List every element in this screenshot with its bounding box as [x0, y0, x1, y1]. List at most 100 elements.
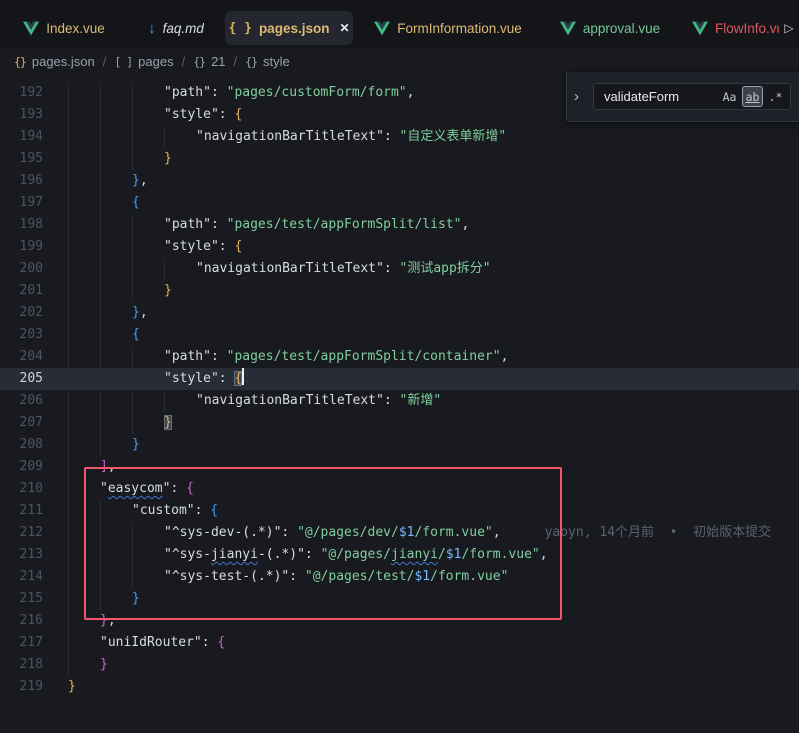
regex-button[interactable]: .* [765, 86, 786, 107]
line-number[interactable]: 197 [0, 192, 43, 214]
code-line[interactable]: 219} [0, 676, 799, 698]
code-line[interactable]: 209], [0, 456, 799, 478]
breadcrumb-item-pages[interactable]: [ ] pages [114, 54, 173, 69]
vue-icon [374, 21, 390, 36]
indent-guide [68, 170, 69, 192]
breadcrumb-item-file[interactable]: {} pages.json [14, 54, 95, 69]
tab-label: pages.json [259, 21, 330, 36]
tab-approval-vue[interactable]: approval.vue [542, 8, 678, 48]
code-token: } [132, 591, 140, 606]
line-number[interactable]: 211 [0, 500, 43, 522]
indent-guide [68, 148, 69, 170]
tab-index-vue[interactable]: Index.vue [0, 8, 128, 48]
object-symbol-icon: {} [193, 55, 205, 69]
code-editor[interactable]: 192"path": "pages/customForm/form",193"s… [0, 75, 799, 733]
line-number[interactable]: 193 [0, 104, 43, 126]
line-number[interactable]: 218 [0, 654, 43, 676]
line-number[interactable]: 217 [0, 632, 43, 654]
code-token: , [407, 85, 415, 100]
close-icon[interactable]: ✕ [339, 21, 349, 35]
line-number[interactable]: 199 [0, 236, 43, 258]
line-number[interactable]: 216 [0, 610, 43, 632]
line-number[interactable]: 200 [0, 258, 43, 280]
line-number[interactable]: 215 [0, 588, 43, 610]
code-line[interactable]: 195} [0, 148, 799, 170]
indent-guide [100, 214, 101, 236]
code-line[interactable]: 216}, [0, 610, 799, 632]
line-number[interactable]: 209 [0, 456, 43, 478]
tab-forminformation-vue[interactable]: FormInformation.vue [354, 8, 542, 48]
indent-guide [100, 126, 101, 148]
code-line[interactable]: 196}, [0, 170, 799, 192]
line-number[interactable]: 198 [0, 214, 43, 236]
code-line[interactable]: 197{ [0, 192, 799, 214]
line-number[interactable]: 202 [0, 302, 43, 324]
code-token: } [164, 151, 172, 166]
code-line[interactable]: 200"navigationBarTitleText": "测试app拆分" [0, 258, 799, 280]
line-number[interactable]: 213 [0, 544, 43, 566]
line-number[interactable]: 192 [0, 82, 43, 104]
code-line[interactable]: 217"uniIdRouter": { [0, 632, 799, 654]
whole-word-button[interactable]: ab [742, 86, 763, 107]
code-line[interactable]: 206"navigationBarTitleText": "新增" [0, 390, 799, 412]
code-text: }, [0, 610, 799, 632]
breadcrumb-item-21[interactable]: {} 21 [193, 54, 225, 69]
indent-guide [68, 654, 69, 676]
code-text: }, [0, 302, 799, 324]
code-token: "测试app拆分" [400, 261, 491, 276]
code-line[interactable]: 218} [0, 654, 799, 676]
code-line[interactable]: 199"style": { [0, 236, 799, 258]
vue-icon [560, 21, 576, 36]
code-line[interactable]: 194"navigationBarTitleText": "自定义表单新增" [0, 126, 799, 148]
line-number[interactable]: 204 [0, 346, 43, 368]
line-number[interactable]: 206 [0, 390, 43, 412]
code-line[interactable]: 201} [0, 280, 799, 302]
chevron-expand-icon[interactable]: › [574, 88, 586, 105]
indent-guide [132, 236, 133, 258]
tab-label: faq.md [163, 21, 204, 36]
code-line[interactable]: 204"path": "pages/test/appFormSplit/cont… [0, 346, 799, 368]
line-number[interactable]: 210 [0, 478, 43, 500]
code-line[interactable]: 212"^sys-dev-(.*)": "@/pages/dev/$1/form… [0, 522, 799, 544]
line-number[interactable]: 196 [0, 170, 43, 192]
line-number[interactable]: 212 [0, 522, 43, 544]
code-token: /form.vue" [430, 569, 508, 584]
code-line[interactable]: 208} [0, 434, 799, 456]
code-line[interactable]: 207} [0, 412, 799, 434]
indent-guide [100, 566, 101, 588]
code-token: $1 [399, 525, 415, 540]
code-token: { [186, 481, 194, 496]
code-token: { [234, 239, 242, 254]
code-token: } [164, 283, 172, 298]
tab-overflow-chevron-icon[interactable]: ▷ [779, 8, 799, 48]
indent-guide [132, 104, 133, 126]
code-line[interactable]: 211"custom": { [0, 500, 799, 522]
indent-guide [100, 522, 101, 544]
code-line[interactable]: 210"easycom": { [0, 478, 799, 500]
tab-faq-md[interactable]: ↓ faq.md [128, 8, 224, 48]
tab-pages-json[interactable]: { } pages.json ✕ [225, 11, 353, 45]
code-line[interactable]: 202}, [0, 302, 799, 324]
code-line[interactable]: 203{ [0, 324, 799, 346]
line-number[interactable]: 203 [0, 324, 43, 346]
code-line[interactable]: 214"^sys-test-(.*)": "@/pages/test/$1/fo… [0, 566, 799, 588]
line-number[interactable]: 194 [0, 126, 43, 148]
line-number[interactable]: 207 [0, 412, 43, 434]
find-input[interactable]: validateForm Aa ab .* [593, 83, 791, 110]
breadcrumb-item-style[interactable]: {} style [245, 54, 290, 69]
line-number[interactable]: 205 [0, 368, 43, 390]
code-line[interactable]: 215} [0, 588, 799, 610]
line-number[interactable]: 195 [0, 148, 43, 170]
breadcrumb-label: 21 [211, 54, 225, 69]
code-line[interactable]: 205"style": { [0, 368, 799, 390]
line-number[interactable]: 219 [0, 676, 43, 698]
code-token: { [210, 503, 218, 518]
object-symbol-icon: {} [245, 55, 257, 69]
indent-guide [68, 280, 69, 302]
code-line[interactable]: 213"^sys-jianyi-(.*)": "@/pages/jianyi/$… [0, 544, 799, 566]
match-case-button[interactable]: Aa [719, 86, 740, 107]
line-number[interactable]: 208 [0, 434, 43, 456]
line-number[interactable]: 214 [0, 566, 43, 588]
line-number[interactable]: 201 [0, 280, 43, 302]
code-line[interactable]: 198"path": "pages/test/appFormSplit/list… [0, 214, 799, 236]
